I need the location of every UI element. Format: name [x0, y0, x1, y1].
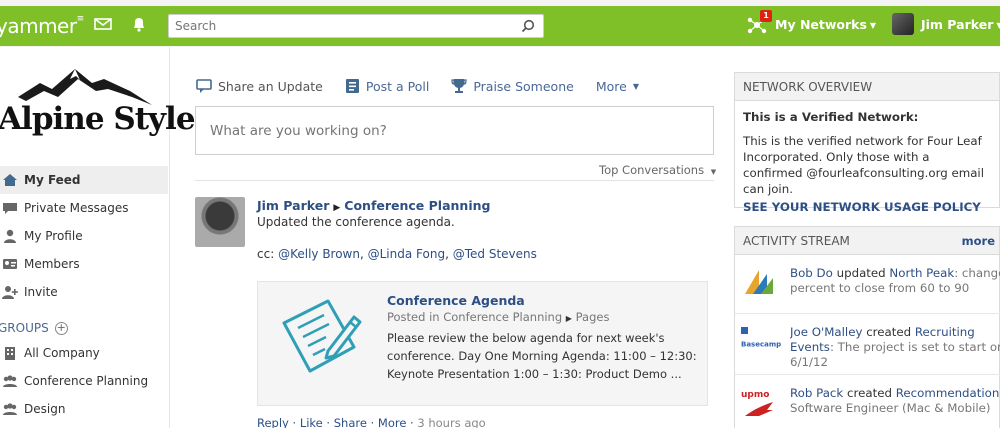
- attachment-title-link[interactable]: Conference Agenda: [387, 293, 525, 308]
- invite-icon: [2, 285, 18, 299]
- attachment-meta: Posted in Conference Planning ▶ Pages: [387, 310, 610, 324]
- home-icon: [2, 173, 18, 187]
- mail-icon[interactable]: [94, 16, 112, 32]
- more-link[interactable]: More: [378, 416, 407, 428]
- user-menu[interactable]: Jim Parker ▼: [921, 17, 1000, 32]
- attachment-description: Please review the below agenda for next …: [387, 331, 697, 381]
- bell-icon[interactable]: [131, 16, 149, 32]
- sidebar-item-label: My Feed: [24, 173, 81, 187]
- panel-heading: ACTIVITY STREAM more: [735, 227, 999, 255]
- chevron-down-icon: ▼: [996, 21, 1000, 30]
- avatar[interactable]: [892, 13, 914, 35]
- activity-item[interactable]: Bob Do updated North Peak: changed perce…: [735, 256, 1000, 314]
- trophy-icon: [451, 79, 467, 93]
- overview-title: This is a Verified Network:: [743, 110, 919, 124]
- add-group-icon[interactable]: +: [54, 321, 68, 335]
- document-edit-icon: [276, 295, 366, 383]
- post-header: Jim Parker ▶ Conference Planning: [257, 198, 490, 213]
- tab-post-poll[interactable]: Post a Poll: [345, 78, 429, 94]
- panel-heading: NETWORK OVERVIEW: [735, 73, 999, 101]
- my-networks-menu[interactable]: My Networks ▼: [775, 17, 876, 32]
- post-author-avatar[interactable]: [195, 197, 245, 247]
- post-author-link[interactable]: Jim Parker: [257, 198, 329, 213]
- sidebar-item-my-profile[interactable]: My Profile: [0, 222, 168, 250]
- sidebar-item-label: All Company: [24, 346, 100, 360]
- sidebar-item-invite[interactable]: Invite: [0, 278, 168, 306]
- search-box[interactable]: [168, 14, 544, 38]
- chevron-down-icon: ▼: [710, 168, 717, 176]
- sidebar-item-label: Invite: [24, 285, 58, 299]
- sidebar-item-members[interactable]: Members: [0, 250, 168, 278]
- feed-divider: [195, 180, 714, 181]
- activity-stream-panel: ACTIVITY STREAM more Bob Do updated Nort…: [734, 226, 1000, 428]
- update-composer[interactable]: [195, 106, 714, 155]
- tab-share-update[interactable]: Share an Update: [196, 79, 323, 94]
- search-input[interactable]: [169, 15, 509, 37]
- overview-text: This is the verified network for Four Le…: [743, 134, 984, 196]
- members-icon: [2, 257, 18, 271]
- cc-user-link[interactable]: @Ted Stevens: [453, 247, 537, 261]
- post-timestamp: 3 hours ago: [417, 416, 486, 428]
- cc-user-link[interactable]: @Linda Fong: [368, 247, 445, 261]
- sidebar-item-private-messages[interactable]: Private Messages: [0, 194, 168, 222]
- network-brand-logo[interactable]: Alpine Style: [0, 65, 196, 155]
- sidebar-item-label: Members: [24, 257, 80, 271]
- triangle-right-icon: ▶: [333, 203, 341, 213]
- sidebar-item-label: Private Messages: [24, 201, 129, 215]
- dynamics-logo: [741, 266, 777, 298]
- group-icon: [2, 402, 18, 416]
- like-link[interactable]: Like: [300, 416, 323, 428]
- activity-more-link[interactable]: more: [962, 227, 995, 255]
- sort-conversations-menu[interactable]: Top Conversations ▼: [599, 163, 716, 177]
- triangle-right-icon: ▶: [565, 314, 572, 323]
- groups-heading: GROUPS +: [0, 320, 68, 335]
- chevron-down-icon: ▼: [869, 21, 877, 30]
- update-input[interactable]: [196, 107, 713, 154]
- poll-icon: [345, 79, 359, 93]
- attachment-card[interactable]: Conference Agenda Posted in Conference P…: [257, 281, 708, 406]
- post-actions: Reply · Like · Share · More · 3 hours ag…: [257, 416, 486, 428]
- sidebar-item-all-company[interactable]: All Company: [0, 339, 168, 367]
- sidebar-item-design[interactable]: Design: [0, 395, 168, 423]
- tab-praise-someone[interactable]: Praise Someone: [451, 78, 574, 94]
- building-icon: [2, 346, 18, 360]
- post-cc: cc: @Kelly Brown, @Linda Fong, @Ted Stev…: [257, 247, 537, 261]
- publisher-tabs: Share an Update Post a Poll Praise Someo…: [196, 76, 661, 96]
- brand-name: Alpine Style: [0, 101, 196, 137]
- yammer-logo[interactable]: yammer≡: [0, 14, 84, 38]
- basecamp-logo: Basecamp: [741, 323, 781, 355]
- share-link[interactable]: Share: [334, 416, 367, 428]
- networks-badge: 1: [760, 10, 772, 22]
- post-group-link[interactable]: Conference Planning: [344, 198, 490, 213]
- sidebar-item-conference-planning[interactable]: Conference Planning: [0, 367, 168, 395]
- group-icon: [2, 374, 18, 388]
- speech-bubble-icon: [196, 78, 212, 93]
- tab-more[interactable]: More ▼: [596, 79, 639, 94]
- activity-item[interactable]: Basecamp Joe O'Malley created Recruiting…: [735, 315, 1000, 375]
- activity-item[interactable]: upmo Rob Pack created Recommendation: So…: [735, 376, 1000, 428]
- upmo-logo: upmo: [741, 386, 777, 418]
- reply-link[interactable]: Reply: [257, 416, 289, 428]
- messages-icon: [2, 201, 18, 215]
- sidebar-item-label: My Profile: [24, 229, 83, 243]
- sidebar-item-my-feed[interactable]: My Feed: [0, 166, 168, 194]
- top-bar: yammer≡ 1 My Networks▼ Jim Parker▼: [0, 0, 1000, 47]
- network-overview-panel: NETWORK OVERVIEW This is a Verified Netw…: [734, 72, 1000, 214]
- profile-icon: [2, 229, 18, 243]
- cc-user-link[interactable]: @Kelly Brown: [278, 247, 360, 261]
- usage-policy-link[interactable]: SEE YOUR NETWORK USAGE POLICY: [743, 199, 999, 215]
- sidebar-item-label: Design: [24, 402, 66, 416]
- post-body: Updated the conference agenda.: [257, 215, 455, 229]
- sidebar-item-label: Conference Planning: [24, 374, 149, 388]
- chevron-down-icon: ▼: [632, 81, 639, 91]
- search-icon[interactable]: [521, 19, 535, 33]
